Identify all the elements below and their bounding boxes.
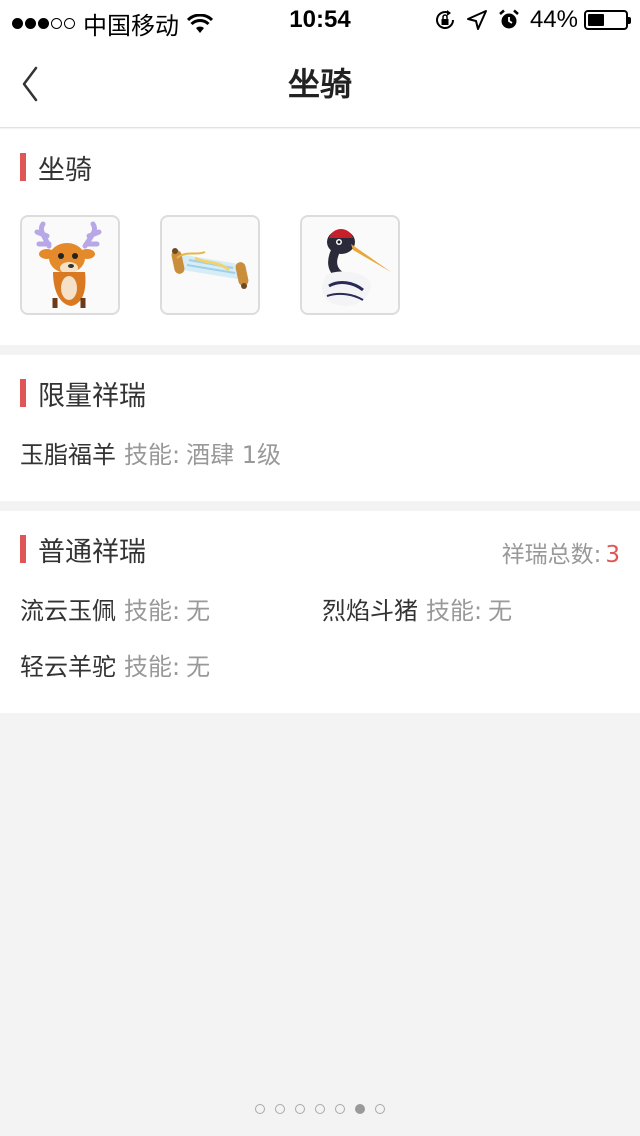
item-name: 烈焰斗猪 — [322, 597, 418, 625]
section-accent-bar — [20, 379, 26, 407]
skill-label: 技能: — [124, 597, 181, 625]
item-name: 轻云羊驼 — [20, 653, 116, 681]
navigation-bar: 坐骑 — [0, 40, 640, 128]
battery-level — [588, 14, 604, 26]
normal-section-header: 普通祥瑞 — [20, 529, 146, 569]
total-value: 3 — [605, 542, 620, 568]
page-title: 坐骑 — [287, 65, 352, 103]
location-arrow-icon — [466, 10, 487, 30]
page-dot[interactable] — [335, 1104, 345, 1114]
limited-section-header: 限量祥瑞 — [20, 373, 146, 413]
normal-item: 轻云羊驼 技能: 无 — [20, 647, 210, 682]
section-accent-bar — [20, 153, 26, 181]
mount-tile-scroll[interactable] — [160, 215, 260, 315]
mounts-section-title: 坐骑 — [38, 154, 92, 186]
mounts-section: 坐骑 — [0, 129, 640, 345]
mount-list — [20, 215, 440, 315]
scroll-mount-icon — [171, 248, 249, 289]
alarm-icon — [499, 9, 519, 29]
total-count: 祥瑞总数: 3 — [502, 535, 620, 569]
mount-tile-crane[interactable] — [300, 215, 400, 315]
rotation-lock-icon — [435, 10, 454, 29]
normal-item: 流云玉佩 技能: 无 — [20, 591, 210, 626]
mounts-section-header: 坐骑 — [20, 147, 92, 187]
battery-icon — [584, 10, 631, 30]
skill-value: 无 — [186, 597, 211, 625]
item-name: 玉脂福羊 — [20, 441, 116, 469]
page-indicator[interactable] — [0, 1104, 640, 1114]
skill-value: 无 — [186, 653, 211, 681]
deer-mount-icon — [34, 221, 102, 308]
limited-item: 玉脂福羊 技能: 酒肆 1级 — [20, 435, 281, 470]
total-label: 祥瑞总数: — [501, 542, 602, 568]
limited-auspicious-section: 限量祥瑞 玉脂福羊 技能: 酒肆 1级 — [0, 355, 640, 501]
status-right: 44% — [424, 6, 631, 34]
skill-value: 酒肆 1级 — [186, 441, 281, 469]
skill-value: 无 — [488, 597, 513, 625]
page-dot[interactable] — [275, 1104, 285, 1114]
battery-percent: 44% — [529, 6, 578, 33]
skill-label: 技能: — [124, 653, 181, 681]
skill-label: 技能: — [426, 597, 483, 625]
normal-auspicious-section: 普通祥瑞 祥瑞总数: 3 流云玉佩 技能: 无 烈焰斗猪 技能: 无 轻云羊驼 技能: 无 — [0, 511, 640, 713]
normal-section-title: 普通祥瑞 — [38, 536, 146, 568]
item-name: 流云玉佩 — [20, 597, 116, 625]
skill-label: 技能: — [124, 441, 181, 469]
normal-item: 烈焰斗猪 技能: 无 — [322, 591, 512, 626]
section-accent-bar — [20, 535, 26, 563]
status-bar: 中国移动 10:54 44% — [0, 0, 640, 40]
page-dot[interactable] — [255, 1104, 265, 1114]
page-dot[interactable] — [295, 1104, 305, 1114]
crane-mount-icon — [322, 229, 391, 306]
mount-tile-deer[interactable] — [20, 215, 120, 315]
page-dot[interactable] — [355, 1104, 365, 1114]
limited-section-title: 限量祥瑞 — [38, 380, 146, 412]
page-dot[interactable] — [375, 1104, 385, 1114]
page-dot[interactable] — [315, 1104, 325, 1114]
